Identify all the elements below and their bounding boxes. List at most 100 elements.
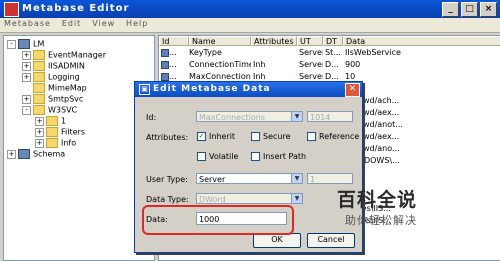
computer-icon <box>18 149 30 159</box>
id-select: MaxConnections ▼ <box>196 111 303 122</box>
table-cell: D... <box>325 72 339 81</box>
column-header-attributes[interactable]: Attributes <box>251 36 297 46</box>
user-type-select[interactable]: Server ▼ <box>196 173 303 184</box>
folder-icon <box>33 50 45 60</box>
inherit-checkbox-label: Inherit <box>209 132 236 141</box>
dialog-close-button[interactable]: ✕ <box>345 83 360 97</box>
tree-node-1[interactable]: +1 <box>35 116 66 126</box>
tree-node-eventmanager[interactable]: + EventManager <box>22 50 106 60</box>
expand-icon[interactable]: + <box>22 50 31 60</box>
property-icon <box>161 73 169 81</box>
table-cell: 900 <box>345 60 361 69</box>
data-field-highlight <box>142 205 294 235</box>
tree-node-filters[interactable]: + Filters <box>35 127 85 137</box>
folder-icon <box>46 127 58 137</box>
column-header-data[interactable]: Data <box>343 36 500 46</box>
table-row[interactable]: ...ConnectionTime...InhServerD...900 <box>159 60 500 69</box>
property-icon <box>161 61 169 69</box>
tree-node-logging[interactable]: + Logging <box>22 72 80 82</box>
expand-icon[interactable]: + <box>35 138 44 148</box>
reference-checkbox-label: Reference <box>319 132 360 141</box>
checkbox-checked-icon: ✓ <box>197 132 206 141</box>
expand-icon[interactable]: + <box>22 72 31 82</box>
id-select-value: MaxConnections <box>199 113 265 122</box>
dialog-app-icon: ▣ <box>139 84 150 95</box>
main-title-bar: Metabase Editor _ □ × <box>0 0 500 18</box>
table-cell: 10 <box>345 72 356 81</box>
tree-node-info[interactable]: + Info <box>35 138 76 148</box>
ok-button[interactable]: OK <box>253 233 301 248</box>
table-cell: Inh <box>253 72 266 81</box>
table-cell: dmpwd/ach... <box>345 96 400 105</box>
close-button[interactable]: × <box>480 2 497 17</box>
column-header-dt[interactable]: DT <box>323 36 343 46</box>
folder-icon <box>33 105 45 115</box>
menu-edit[interactable]: Edit <box>58 18 86 29</box>
cancel-button[interactable]: Cancel <box>307 233 355 248</box>
menu-view[interactable]: View <box>88 18 119 29</box>
tree-node-mimemap[interactable]: MimeMap <box>33 83 87 93</box>
collapse-icon[interactable]: - <box>22 105 31 115</box>
attributes-label: Attributes: <box>146 133 189 142</box>
data-type-select: DWord ▼ <box>196 193 303 204</box>
folder-icon <box>33 61 45 71</box>
table-row[interactable]: ... MaxConnections Inh Server D... 10 <box>159 72 500 81</box>
tree-node-schema[interactable]: + Schema <box>7 149 65 159</box>
id-number-field: 1014 <box>307 111 353 122</box>
folder-icon <box>33 94 45 104</box>
dialog-title: Edit Metabase Data <box>153 84 271 94</box>
column-header-ut[interactable]: UT <box>297 36 323 46</box>
watermark-title: 百科全说 <box>337 189 418 211</box>
reference-checkbox[interactable]: Reference <box>307 132 359 141</box>
data-type-value: DWord <box>199 195 226 204</box>
table-cell: Server <box>299 60 323 69</box>
folder-icon <box>33 72 45 82</box>
tree-node-label: Info <box>61 138 77 148</box>
tree-node-lm[interactable]: - LM <box>7 39 44 49</box>
menu-help[interactable]: Help <box>122 18 152 29</box>
insert-path-checkbox-label: Insert Path <box>263 152 307 161</box>
table-cell: IIsWebService <box>345 48 401 57</box>
table-cell: ConnectionTime... <box>189 60 251 69</box>
tree-node-label: IISADMIN <box>48 61 85 71</box>
maximize-button[interactable]: □ <box>461 2 478 17</box>
column-header-id[interactable]: Id <box>159 36 189 46</box>
tree-node-label: 1 <box>61 116 67 126</box>
tree-node-w3svc[interactable]: - W3SVC <box>22 105 77 115</box>
window-title: Metabase Editor <box>22 3 130 14</box>
secure-checkbox[interactable]: Secure <box>251 132 291 141</box>
minimize-button[interactable]: _ <box>442 2 459 17</box>
expand-icon[interactable]: + <box>22 61 31 71</box>
table-row[interactable]: ... KeyType Server St... IIsWebService <box>159 48 500 57</box>
secure-checkbox-label: Secure <box>263 132 291 141</box>
tree-node-label: Logging <box>48 72 80 82</box>
menu-bar: Metabase Edit View Help <box>0 18 500 33</box>
expand-icon[interactable]: + <box>7 149 16 159</box>
table-cell: Inh <box>253 60 266 69</box>
collapse-icon[interactable]: - <box>7 39 16 49</box>
tree-node-iisadmin[interactable]: + IISADMIN <box>22 61 85 71</box>
dropdown-arrow-icon[interactable]: ▼ <box>291 174 302 183</box>
computer-icon <box>18 39 30 49</box>
expand-icon[interactable]: + <box>35 127 44 137</box>
table-cell: D... <box>325 60 339 69</box>
tree-node-label: MimeMap <box>48 83 87 93</box>
menu-metabase[interactable]: Metabase <box>0 18 55 29</box>
tree-view[interactable]: - LM + EventManager + IISADMIN + Logging Mim… <box>3 35 155 261</box>
inherit-checkbox[interactable]: ✓ Inherit <box>197 132 235 141</box>
user-type-value: Server <box>199 175 226 184</box>
insert-path-checkbox[interactable]: Insert Path <box>251 152 306 161</box>
table-cell: 1 <box>345 84 499 93</box>
table-cell: MaxConnections <box>189 72 251 81</box>
property-icon <box>161 49 169 57</box>
table-cell: dmpwd/aex... <box>345 132 400 141</box>
folder-icon <box>46 138 58 148</box>
column-header-name[interactable]: Name <box>189 36 251 46</box>
table-cell: St... <box>325 48 341 57</box>
tree-node-label: EventManager <box>48 50 106 60</box>
folder-icon <box>33 83 45 93</box>
tree-node-smtpsvc[interactable]: + SmtpSvc <box>22 94 83 104</box>
volatile-checkbox[interactable]: Volatile <box>197 152 238 161</box>
expand-icon[interactable]: + <box>22 94 31 104</box>
expand-icon[interactable]: + <box>35 116 44 126</box>
